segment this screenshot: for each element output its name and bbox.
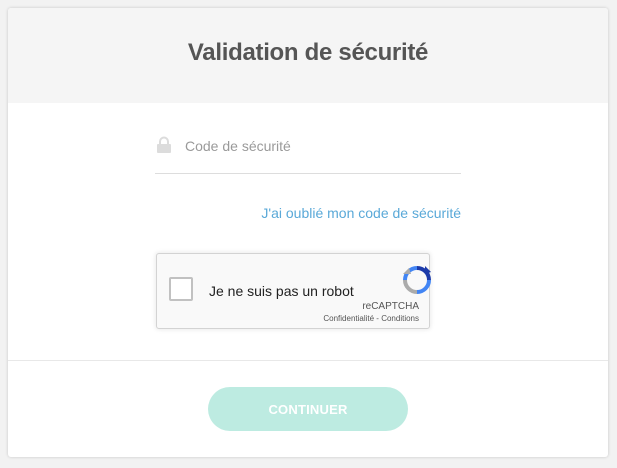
recaptcha-privacy-link[interactable]: Confidentialité bbox=[323, 314, 374, 323]
recaptcha-logo-icon bbox=[401, 264, 433, 296]
lock-icon bbox=[156, 136, 172, 154]
card-header: Validation de sécurité bbox=[8, 8, 608, 103]
security-code-input[interactable] bbox=[185, 135, 455, 157]
continue-button[interactable]: CONTINUER bbox=[208, 387, 408, 431]
footer-divider bbox=[8, 360, 608, 361]
recaptcha-widget: Je ne suis pas un robot reCAPTCHA Confid… bbox=[156, 253, 433, 329]
forgot-code-link[interactable]: J'ai oublié mon code de sécurité bbox=[261, 205, 461, 221]
recaptcha-brand: reCAPTCHA bbox=[362, 301, 419, 312]
recaptcha-terms-link[interactable]: Conditions bbox=[381, 314, 419, 323]
security-validation-card: Validation de sécurité J'ai oublié mon c… bbox=[8, 8, 608, 457]
recaptcha-label: Je ne suis pas un robot bbox=[209, 283, 354, 299]
page-title: Validation de sécurité bbox=[187, 39, 429, 66]
recaptcha-checkbox[interactable] bbox=[169, 277, 193, 301]
recaptcha-links: Confidentialité - Conditions bbox=[323, 314, 419, 323]
security-code-field bbox=[155, 127, 461, 174]
